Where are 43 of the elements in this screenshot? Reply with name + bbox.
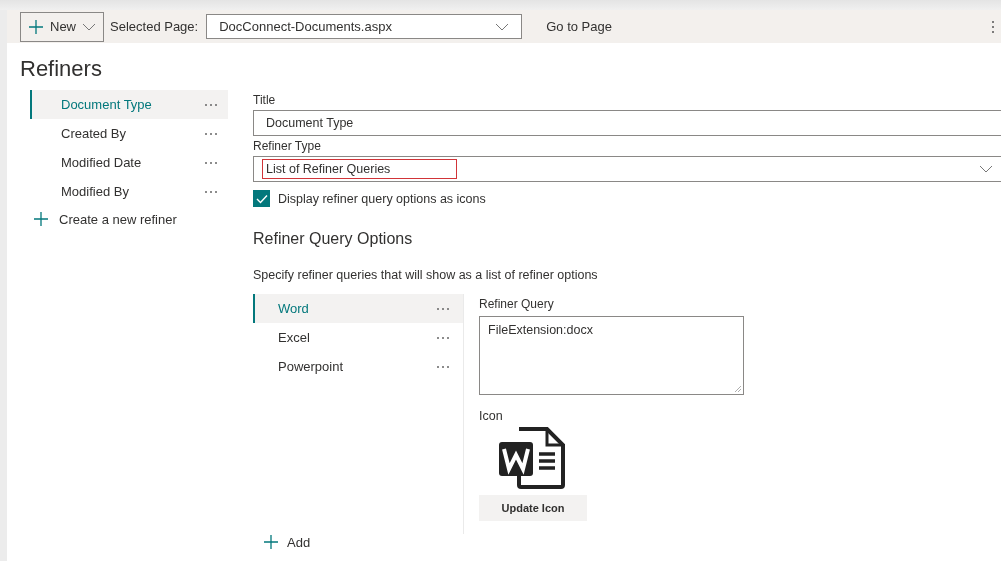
create-refiner-button[interactable]: Create a new refiner (30, 206, 183, 232)
plus-icon (33, 211, 49, 227)
refiner-item[interactable]: Document Type (30, 90, 228, 119)
resize-grip-icon[interactable] (734, 385, 742, 393)
more-icon[interactable] (204, 189, 218, 194)
title-field[interactable]: Document Type (253, 110, 1001, 136)
more-icon[interactable] (204, 102, 218, 107)
refiner-query-field[interactable]: FileExtension:docx (479, 316, 744, 395)
icon-label: Icon (479, 409, 503, 423)
refiner-type-dropdown[interactable]: List of Refiner Queries (253, 156, 1001, 182)
chevron-down-icon (979, 165, 993, 173)
refiner-item[interactable]: Modified By (30, 177, 228, 206)
title-label: Title (253, 93, 277, 107)
more-icon[interactable] (204, 131, 218, 136)
more-icon[interactable] (436, 306, 450, 311)
page-dropdown[interactable]: DocConnect-Documents.aspx (206, 14, 523, 39)
document-icon (497, 427, 567, 489)
refiner-query-label: Refiner Query (479, 297, 554, 311)
section-description: Specify refiner queries that will show as a list of refiner options (253, 268, 599, 282)
add-button[interactable]: Add (263, 534, 1001, 550)
go-to-page-button[interactable]: Go to Page (540, 18, 618, 35)
chevron-down-icon (82, 22, 96, 31)
update-icon-button[interactable]: Update Icon (479, 495, 587, 521)
section-heading: Refiner Query Options (253, 230, 414, 248)
more-icon[interactable] (991, 19, 995, 34)
selected-page-label: Selected Page: (110, 19, 199, 34)
plus-icon (28, 18, 44, 35)
refiner-item[interactable]: Created By (30, 119, 228, 148)
more-icon[interactable] (204, 160, 218, 165)
checkbox[interactable] (253, 190, 270, 207)
highlight-box: List of Refiner Queries (262, 159, 458, 179)
query-option-item[interactable]: Word (253, 294, 463, 323)
query-option-item[interactable]: Excel (253, 323, 463, 352)
more-icon[interactable] (436, 335, 450, 340)
chevron-down-icon (495, 22, 510, 31)
plus-icon (263, 534, 279, 550)
query-option-item[interactable]: Powerpoint (253, 352, 463, 381)
checkbox-label: Display refiner query options as icons (278, 191, 486, 206)
new-button[interactable]: New (20, 11, 104, 42)
refiner-type-label: Refiner Type (253, 139, 322, 153)
more-icon[interactable] (436, 364, 450, 369)
refiner-item[interactable]: Modified Date (30, 148, 228, 177)
page-title: Refiners (20, 56, 103, 82)
